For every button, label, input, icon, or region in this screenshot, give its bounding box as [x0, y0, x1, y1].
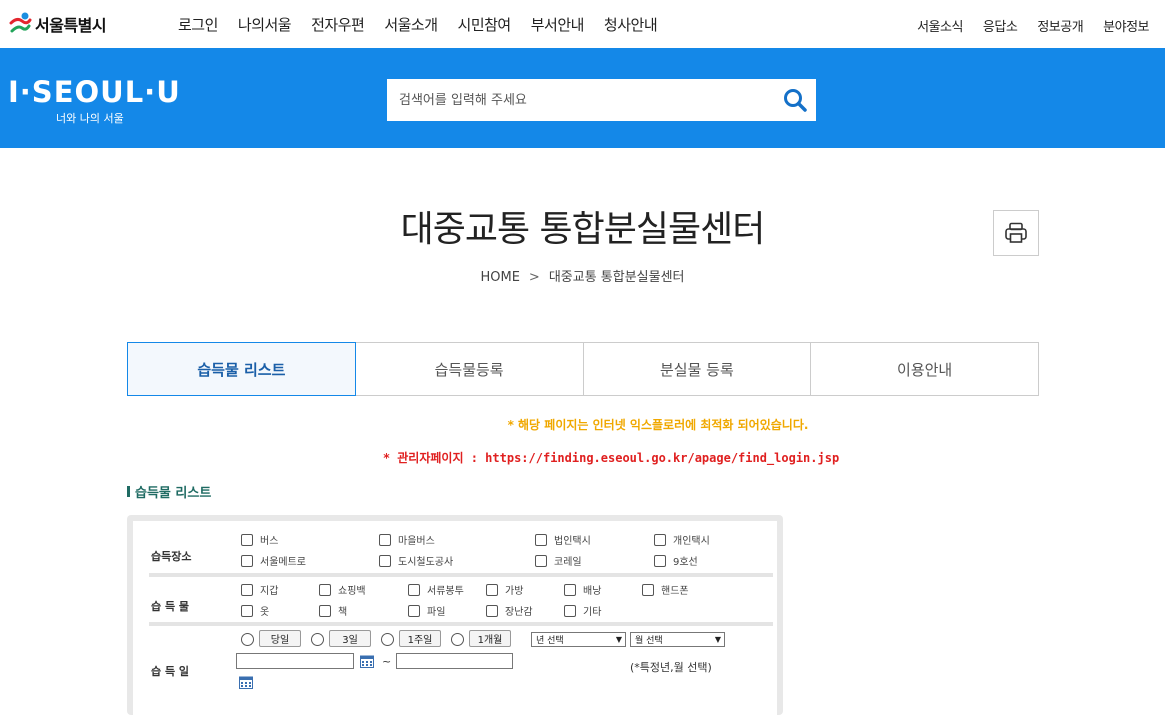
- chevron-down-icon: ▼: [714, 635, 721, 644]
- place-seoul-metro-checkbox[interactable]: 서울메트로: [241, 553, 306, 568]
- item-phone-checkbox[interactable]: 핸드폰: [642, 582, 689, 597]
- tab-found-list[interactable]: 습득물 리스트: [127, 342, 356, 396]
- month-select[interactable]: 월 선택 ▼: [630, 632, 725, 647]
- seoul-emblem-icon: [9, 12, 32, 33]
- place-line9-checkbox[interactable]: 9호선: [654, 553, 698, 568]
- section-title-text: 습득물 리스트: [135, 486, 212, 501]
- period-month-radio[interactable]: [451, 633, 464, 646]
- period-month-button[interactable]: 1개월: [469, 630, 511, 647]
- page-title: 대중교통 통합분실물센터: [400, 209, 766, 250]
- place-label: 습득장소: [151, 550, 192, 563]
- search-input[interactable]: [387, 79, 757, 121]
- tab-bar: 습득물 리스트 습득물등록 분실물 등록 이용안내: [127, 342, 1039, 396]
- item-envelope-checkbox[interactable]: 서류봉투: [408, 582, 464, 597]
- breadcrumb: HOME > 대중교통 통합분실물센터: [0, 266, 1165, 285]
- search-form-inner: 습득장소 버스 마을버스 법인택시 개인택시 서울메트로 도시철도공사 코레일 …: [133, 521, 777, 721]
- place-bus-checkbox[interactable]: 버스: [241, 532, 278, 547]
- admin-notice: * 관리자페이지 : https://finding.eseoul.go.kr/…: [382, 451, 840, 465]
- section-bar-icon: [127, 486, 130, 497]
- nav-response[interactable]: 응답소: [983, 16, 1018, 35]
- tab-guide[interactable]: 이용안내: [811, 342, 1039, 396]
- item-book-checkbox[interactable]: 책: [319, 603, 347, 618]
- nav-departments[interactable]: 부서안내: [531, 14, 585, 35]
- section-title: 습득물 리스트: [127, 482, 211, 501]
- nav-email[interactable]: 전자우편: [311, 14, 365, 35]
- end-date-input[interactable]: [396, 653, 513, 669]
- tab-found-register[interactable]: 습득물등록: [355, 342, 584, 396]
- nav-field-info[interactable]: 분야정보: [1103, 16, 1149, 35]
- date-range-separator: ~: [382, 655, 392, 668]
- ie-notice: * 해당 페이지는 인터넷 익스플로러에 최적화 되어있습니다.: [507, 418, 809, 432]
- chevron-right-icon: >: [528, 270, 540, 285]
- search-form: 습득장소 버스 마을버스 법인택시 개인택시 서울메트로 도시철도공사 코레일 …: [127, 515, 783, 721]
- i-seoul-u-logo[interactable]: I·SEOUL·U 너와 나의 서울: [8, 76, 181, 126]
- item-shopping-bag-checkbox[interactable]: 쇼핑백: [319, 582, 366, 597]
- nav-city-hall[interactable]: 청사안내: [604, 14, 658, 35]
- place-private-taxi-checkbox[interactable]: 개인택시: [654, 532, 710, 547]
- breadcrumb-home[interactable]: HOME: [480, 270, 519, 285]
- nav-disclosure[interactable]: 정보공개: [1037, 16, 1083, 35]
- item-etc-checkbox[interactable]: 기타: [564, 603, 601, 618]
- header-banner: I·SEOUL·U 너와 나의 서울: [0, 48, 1165, 148]
- breadcrumb-current[interactable]: 대중교통 통합분실물센터: [549, 270, 685, 285]
- search-icon[interactable]: [782, 87, 808, 113]
- item-label: 습 득 물: [151, 600, 190, 613]
- nav-login[interactable]: 로그인: [178, 14, 218, 35]
- calendar-icon[interactable]: [360, 655, 374, 668]
- nav-news[interactable]: 서울소식: [917, 16, 963, 35]
- search-box: [387, 79, 816, 121]
- period-today-button[interactable]: 당일: [259, 630, 301, 647]
- item-wallet-checkbox[interactable]: 지갑: [241, 582, 278, 597]
- seoul-logo[interactable]: 서울특별시: [8, 9, 107, 39]
- print-button[interactable]: [993, 210, 1039, 256]
- period-3day-radio[interactable]: [311, 633, 324, 646]
- place-corp-taxi-checkbox[interactable]: 법인택시: [535, 532, 591, 547]
- nav-participation[interactable]: 시민참여: [458, 14, 512, 35]
- nav-about-seoul[interactable]: 서울소개: [384, 14, 438, 35]
- sub-nav: 서울소식 응답소 정보공개 분야정보: [897, 16, 1149, 35]
- calendar-icon[interactable]: [239, 676, 253, 689]
- item-bag-checkbox[interactable]: 가방: [486, 582, 523, 597]
- year-select[interactable]: 년 선택 ▼: [531, 632, 626, 647]
- printer-icon: [1005, 222, 1027, 243]
- main-nav: 로그인 나의서울 전자우편 서울소개 시민참여 부서안내 청사안내: [178, 14, 677, 35]
- date-label: 습 득 일: [151, 665, 190, 678]
- place-village-bus-checkbox[interactable]: 마을버스: [379, 532, 435, 547]
- place-urban-rail-checkbox[interactable]: 도시철도공사: [379, 553, 453, 568]
- period-week-button[interactable]: 1주일: [399, 630, 441, 647]
- item-backpack-checkbox[interactable]: 배낭: [564, 582, 601, 597]
- form-divider: [149, 622, 773, 626]
- period-week-radio[interactable]: [381, 633, 394, 646]
- form-divider: [149, 573, 773, 577]
- item-clothes-checkbox[interactable]: 옷: [241, 603, 269, 618]
- year-select-value: 년 선택: [536, 636, 564, 646]
- nav-my-seoul[interactable]: 나의서울: [238, 14, 292, 35]
- top-bar: 서울특별시 로그인 나의서울 전자우편 서울소개 시민참여 부서안내 청사안내 …: [0, 0, 1165, 48]
- tab-lost-register[interactable]: 분실물 등록: [583, 342, 812, 396]
- brand-title: I·SEOUL·U: [8, 75, 181, 109]
- period-today-radio[interactable]: [241, 633, 254, 646]
- start-date-input[interactable]: [236, 653, 354, 669]
- item-file-checkbox[interactable]: 파일: [408, 603, 445, 618]
- month-select-value: 월 선택: [635, 636, 663, 646]
- logo-text: 서울특별시: [35, 16, 107, 35]
- brand-subtitle: 너와 나의 서울: [56, 112, 124, 125]
- place-korail-checkbox[interactable]: 코레일: [535, 553, 582, 568]
- item-toy-checkbox[interactable]: 장난감: [486, 603, 533, 618]
- date-hint: (*특정년,월 선택): [630, 661, 712, 674]
- chevron-down-icon: ▼: [615, 635, 622, 644]
- period-3day-button[interactable]: 3일: [329, 630, 371, 647]
